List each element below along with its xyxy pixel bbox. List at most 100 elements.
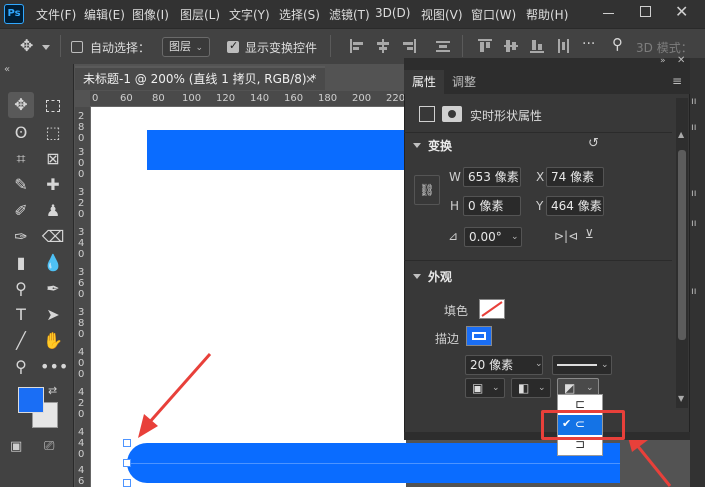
menu-3d[interactable]: 3D(D) [375,6,410,20]
menu-type[interactable]: 文字(Y) [229,6,270,23]
x-field[interactable]: 74 像素 [546,167,604,187]
auto-select-target-dropdown[interactable]: 图层 ⌄ [162,37,210,57]
distribute-icon[interactable] [436,39,450,53]
align-bottom-icon[interactable] [530,39,544,53]
dock-icon[interactable]: ıı [691,96,697,107]
dodge-tool-icon[interactable]: ⚲ [8,276,34,302]
zoom-tool-icon[interactable]: ⚲ [8,354,34,380]
distribute-h-icon[interactable] [556,39,570,53]
align-top-icon[interactable] [478,39,492,53]
stroke-type-dropdown[interactable]: ⌄ [552,355,612,375]
photoshop-logo: Ps [4,4,24,24]
close-window-icon[interactable]: ✕ [675,2,688,21]
scroll-down-icon[interactable]: ▼ [678,394,684,403]
more-options-icon[interactable]: ··· [582,36,595,52]
angle-field[interactable]: 0.00° ⌄ [464,227,522,247]
flip-vertical-icon[interactable]: ⊻ [585,227,594,241]
menu-window[interactable]: 窗口(W) [471,6,516,23]
chevron-down-icon[interactable] [413,143,421,148]
stroke-swatch[interactable] [466,326,492,346]
screen-mode-icon[interactable]: ⎚ [44,439,54,454]
stamp-tool-icon[interactable]: ♟ [40,198,66,224]
gradient-tool-icon[interactable]: ▮ [8,250,34,276]
stroke-label: 描边 [435,332,460,346]
stroke-width-field[interactable]: 20 像素 [465,355,543,375]
transform-handle[interactable] [123,459,131,467]
scroll-up-icon[interactable]: ▲ [678,130,684,139]
tool-preset-chevron-icon[interactable] [42,45,50,50]
brush-tool-icon[interactable]: ✐ [8,198,34,224]
width-field[interactable]: 653 像素 [463,167,521,187]
align-middle-v-icon[interactable] [504,39,518,53]
minimize-icon[interactable] [603,13,614,14]
align-right-icon[interactable] [402,39,416,53]
chevron-down-icon[interactable]: ⌄ [535,355,545,375]
close-panel-icon[interactable]: ✕ [677,55,685,66]
divider [462,35,463,57]
move-tool-icon[interactable]: ✥ [8,92,34,118]
history-brush-icon[interactable]: ✑ [8,224,34,250]
hand-tool-icon[interactable]: ✋ [40,328,66,354]
dock-icon[interactable]: ıı [691,188,697,199]
panel-menu-icon[interactable]: ≡ [672,74,682,88]
align-left-icon[interactable] [350,39,364,53]
healing-brush-icon[interactable]: ✚ [40,172,66,198]
close-tab-icon[interactable]: × [305,68,315,90]
tab-properties[interactable]: 属性 [404,70,445,94]
stroke-cap-type-dropdown[interactable]: ◧ ⌄ [511,378,551,398]
crop-tool-icon[interactable]: ⌗ [8,146,34,172]
foreground-color-swatch[interactable] [18,387,44,413]
panel-scrollbar-thumb[interactable] [678,150,686,340]
menu-file[interactable]: 文件(F) [36,6,76,23]
menu-filter[interactable]: 滤镜(T) [329,6,370,23]
auto-select-checkbox[interactable] [71,41,83,53]
link-icon[interactable]: ⛓ [414,175,440,205]
blue-rectangle-shape[interactable] [147,130,412,170]
document-tab[interactable]: 未标题-1 @ 200% (直线 1 拷贝, RGB/8) * × [75,66,325,90]
mask-icon[interactable] [442,106,462,122]
frame-tool-icon[interactable]: ⊠ [40,146,66,172]
path-outline [127,463,620,464]
maximize-icon[interactable] [640,6,651,17]
line-tool-icon[interactable]: ╱ [8,328,34,354]
path-select-icon[interactable]: ➤ [40,302,66,328]
search-icon[interactable]: ⚲ [612,35,623,53]
menu-help[interactable]: 帮助(H) [526,6,568,23]
move-tool-icon[interactable]: ✥ [20,36,33,55]
type-tool-icon[interactable]: T [8,302,34,328]
menu-edit[interactable]: 编辑(E) [84,6,125,23]
align-center-h-icon[interactable] [376,39,390,53]
more-tools-icon[interactable]: ••• [40,354,68,380]
blur-tool-icon[interactable]: 💧 [40,250,66,276]
chevron-down-icon[interactable] [413,274,421,279]
tools-panel: « ✥ ʘ ⬚ ⌗ ⊠ ✎ ✚ ✐ ♟ ✑ ⌫ ▮ 💧 ⚲ ✒ T ➤ ╱ ✋ … [0,64,74,487]
transform-handle[interactable] [123,439,131,447]
reset-icon[interactable]: ↺ [588,136,599,151]
flip-horizontal-icon[interactable]: ⊳|⊲ [554,229,578,243]
height-field[interactable]: 0 像素 [463,196,521,216]
eraser-tool-icon[interactable]: ⌫ [40,224,66,250]
transform-handle[interactable] [123,479,131,487]
marquee-tool-icon[interactable] [40,92,66,118]
quick-mask-icon[interactable]: ▣ [10,439,22,454]
lasso-tool-icon[interactable]: ʘ [8,120,34,146]
tab-adjustments[interactable]: 调整 [444,70,484,94]
y-field[interactable]: 464 像素 [546,196,604,216]
object-select-tool-icon[interactable]: ⬚ [40,120,66,146]
show-transform-checkbox[interactable] [227,39,239,53]
collapse-panel-icon[interactable]: » [660,56,666,66]
menu-layer[interactable]: 图层(L) [180,6,220,23]
swap-colors-icon[interactable]: ⇄ [48,384,57,397]
dock-icon[interactable]: ıı [691,218,697,229]
pen-tool-icon[interactable]: ✒ [40,276,66,302]
stroke-align-dropdown[interactable]: ▣ ⌄ [465,378,505,398]
menu-view[interactable]: 视图(V) [421,6,463,23]
eyedropper-tool-icon[interactable]: ✎ [8,172,34,198]
dock-icon[interactable]: ıı [691,286,697,297]
fill-swatch[interactable] [479,299,505,319]
menu-image[interactable]: 图像(I) [132,6,169,23]
menu-select[interactable]: 选择(S) [279,6,320,23]
chevron-down-icon: ⌄ [195,43,203,53]
collapse-toolbar-icon[interactable]: « [4,64,10,75]
dock-icon[interactable]: ıı [691,122,697,133]
